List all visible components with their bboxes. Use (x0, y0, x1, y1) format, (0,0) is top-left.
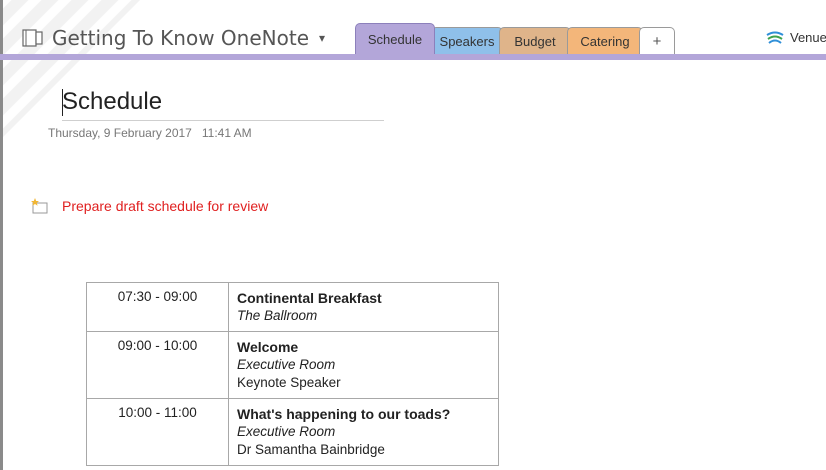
page-timestamp: Thursday, 9 February 2017 11:41 AM (48, 126, 252, 140)
schedule-table: 07:30 - 09:00 Continental Breakfast The … (86, 282, 499, 466)
task-item[interactable]: Prepare draft schedule for review (30, 198, 268, 214)
venue-icon (766, 31, 784, 44)
event-cell[interactable]: Continental Breakfast The Ballroom (228, 282, 499, 332)
chevron-down-icon[interactable]: ▾ (319, 31, 325, 45)
event-title: Welcome (237, 339, 299, 355)
time-cell[interactable]: 07:30 - 09:00 (86, 282, 229, 332)
event-room: Executive Room (237, 357, 336, 372)
event-title: Continental Breakfast (237, 290, 382, 306)
notebook-icon (22, 29, 43, 47)
section-tabs: Schedule Speakers Budget Catering + (355, 22, 675, 54)
task-label: Prepare draft schedule for review (62, 198, 269, 214)
plus-icon: + (652, 32, 662, 50)
tab-label: Budget (514, 33, 556, 49)
event-speaker: Dr Samantha Bainbridge (237, 442, 385, 457)
page-date: Thursday, 9 February 2017 (48, 126, 192, 140)
tab-budget[interactable]: Budget (499, 27, 571, 54)
tab-label: Speakers (439, 33, 495, 49)
time-cell[interactable]: 09:00 - 10:00 (86, 331, 229, 399)
text-cursor (62, 89, 63, 116)
event-room: The Ballroom (237, 308, 318, 323)
notebook-name: Getting To Know OneNote (52, 26, 309, 50)
section-group-venue[interactable]: Venue (766, 30, 826, 45)
tab-schedule[interactable]: Schedule (355, 23, 435, 54)
event-cell[interactable]: What's happening to our toads? Executive… (228, 398, 499, 466)
event-title: What's happening to our toads? (237, 406, 451, 422)
page-time: 11:41 AM (201, 126, 252, 140)
page-title[interactable]: Schedule (62, 88, 384, 121)
event-speaker: Keynote Speaker (237, 375, 341, 390)
active-section-strip (0, 54, 826, 60)
time-cell[interactable]: 10:00 - 11:00 (86, 398, 229, 466)
venue-label: Venue (790, 30, 826, 45)
event-room: Executive Room (237, 424, 336, 439)
task-flag-icon (31, 198, 48, 214)
add-section-button[interactable]: + (639, 27, 675, 54)
notebook-selector[interactable]: Getting To Know OneNote ▾ (22, 24, 325, 52)
table-row: 09:00 - 10:00 Welcome Executive Room Key… (86, 331, 499, 399)
tab-label: Catering (580, 33, 630, 49)
table-row: 10:00 - 11:00 What's happening to our to… (86, 398, 499, 466)
window-left-border (0, 0, 3, 470)
tab-label: Schedule (367, 31, 423, 47)
tab-speakers[interactable]: Speakers (431, 27, 503, 54)
event-cell[interactable]: Welcome Executive Room Keynote Speaker (228, 331, 499, 399)
tab-catering[interactable]: Catering (567, 27, 643, 54)
table-row: 07:30 - 09:00 Continental Breakfast The … (86, 282, 499, 332)
